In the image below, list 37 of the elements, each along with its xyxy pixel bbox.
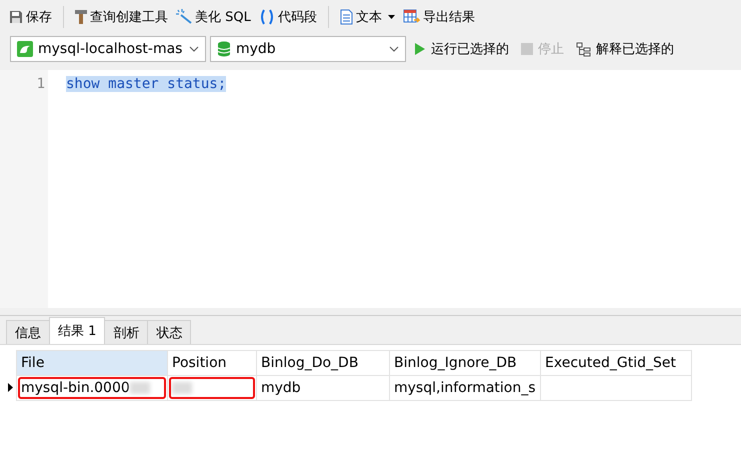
database-icon xyxy=(217,41,231,57)
line-number: 1 xyxy=(36,75,45,94)
save-button[interactable]: 保存 xyxy=(6,6,55,28)
column-header[interactable]: Binlog_Ignore_DB xyxy=(390,350,540,376)
blurred-area xyxy=(172,382,192,394)
connection-dropdown[interactable]: mysql-localhost-mas xyxy=(10,36,206,62)
table-cell: mysql,information_s xyxy=(390,376,540,400)
document-icon xyxy=(340,8,353,24)
text-button[interactable]: 文本 xyxy=(336,6,398,28)
database-dropdown[interactable]: mydb xyxy=(210,36,406,62)
stop-icon xyxy=(521,43,533,55)
run-button[interactable]: 运行已选择的 xyxy=(410,38,513,60)
column-header[interactable]: File xyxy=(16,350,168,376)
table-cell: mydb xyxy=(256,376,390,400)
magic-wand-icon xyxy=(176,9,192,24)
result-tab[interactable]: 剖析 xyxy=(104,320,148,344)
blurred-area xyxy=(130,382,150,394)
column-header[interactable]: Position xyxy=(168,350,256,376)
beautify-button[interactable]: 美化 SQL xyxy=(173,6,254,28)
chevron-down-icon xyxy=(189,46,199,52)
result-tab[interactable]: 状态 xyxy=(147,320,192,344)
snippet-button[interactable]: 代码段 xyxy=(256,6,320,28)
parentheses-icon xyxy=(258,8,275,24)
caret-icon xyxy=(388,14,395,18)
table-cell: mysql-bin.0000 xyxy=(16,376,168,400)
column-header[interactable]: Binlog_Do_DB xyxy=(256,350,390,376)
play-icon xyxy=(414,42,426,56)
column-header[interactable]: Executed_Gtid_Set xyxy=(540,350,692,376)
result-tab[interactable]: 结果 1 xyxy=(49,317,106,344)
export-table-icon xyxy=(402,8,420,24)
hammer-icon xyxy=(75,9,87,24)
chevron-down-icon xyxy=(389,46,399,52)
export-button[interactable]: 导出结果 xyxy=(400,6,478,28)
result-tab[interactable]: 信息 xyxy=(6,320,50,344)
explain-button[interactable]: 解释已选择的 xyxy=(572,38,678,60)
builder-button[interactable]: 查询创建工具 xyxy=(72,6,171,28)
tree-diagram-icon xyxy=(576,42,591,56)
